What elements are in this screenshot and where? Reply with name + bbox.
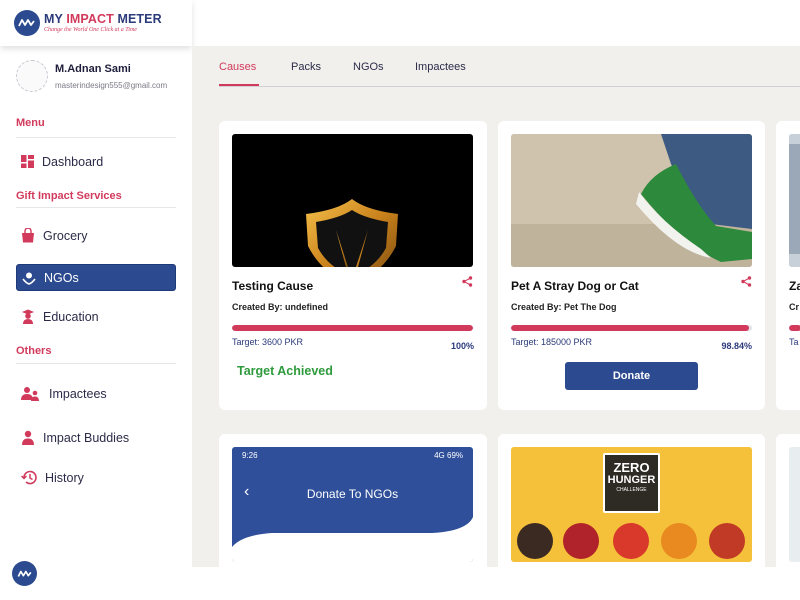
cause-image[interactable]: ZERO HUNGER CHALLENGE — [511, 447, 752, 562]
cause-image[interactable] — [511, 134, 752, 267]
logo-icon — [14, 10, 40, 36]
brand-title: MY IMPACT METER — [44, 12, 162, 27]
cause-card[interactable]: ZERO HUNGER CHALLENGE — [498, 434, 765, 567]
cause-card[interactable]: 9:26 4G 69% ‹ Donate To NGOs — [219, 434, 487, 567]
share-icon[interactable] — [741, 276, 752, 287]
sidebar-item-history[interactable]: History — [16, 464, 176, 491]
donate-button[interactable]: Donate — [565, 362, 698, 390]
brand-logo[interactable]: MY IMPACT METER Change the World One Cli… — [0, 0, 192, 46]
progress-bar — [789, 325, 800, 331]
cause-card[interactable]: Za Cr Ta — [776, 121, 800, 410]
sidebar-item-label: Grocery — [43, 228, 88, 243]
group-icon — [21, 387, 39, 401]
sidebar-item-label: Impact Buddies — [43, 430, 130, 445]
bowl-icon — [563, 523, 599, 559]
zero-hunger-badge: ZERO HUNGER CHALLENGE — [603, 453, 660, 513]
created-by: Cr — [789, 302, 800, 312]
progress-percent: 98.84% — [721, 341, 752, 351]
phone-wave — [232, 517, 473, 562]
cause-card[interactable]: Testing Cause Created By: undefined Targ… — [219, 121, 487, 410]
sidebar-item-education[interactable]: Education — [16, 303, 176, 330]
tab-ngos[interactable]: NGOs — [353, 61, 384, 73]
status-badge: Target Achieved — [237, 364, 333, 378]
sidebar-item-label: Education — [43, 309, 99, 324]
produce-icon — [613, 523, 649, 559]
user-name: M.Adnan Sami — [55, 63, 131, 75]
history-icon — [21, 470, 37, 485]
sidebar-item-label: NGOs — [44, 270, 79, 285]
sidebar-item-grocery[interactable]: Grocery — [16, 222, 176, 249]
graduate-icon — [22, 309, 34, 324]
user-profile[interactable]: M.Adnan Sami masterindesign555@gmail.com — [16, 60, 167, 92]
menu-section-label: Menu — [16, 117, 45, 129]
cause-image[interactable]: 9:26 4G 69% ‹ Donate To NGOs — [232, 447, 473, 562]
avatar — [16, 60, 48, 92]
created-by: Created By: Pet The Dog — [511, 302, 617, 312]
user-email: masterindesign555@gmail.com — [55, 81, 168, 90]
tab-causes[interactable]: Causes — [219, 61, 256, 73]
cause-card[interactable]: Pet A Stray Dog or Cat Created By: Pet T… — [498, 121, 765, 410]
divider — [16, 363, 176, 364]
sidebar-item-label: Impactees — [49, 386, 107, 401]
progress-fill — [789, 325, 800, 331]
progress-bar — [511, 325, 752, 331]
sidebar-item-impact-buddies[interactable]: Impact Buddies — [16, 424, 176, 451]
sidebar: MY IMPACT METER Change the World One Cli… — [0, 0, 192, 600]
bin-icon — [709, 523, 745, 559]
progress-percent: 100% — [450, 341, 474, 351]
others-section-label: Others — [16, 345, 52, 357]
sidebar-item-label: History — [45, 470, 84, 485]
tab-bar: Causes Packs NGOs Impactees — [219, 46, 800, 87]
tab-impactees[interactable]: Impactees — [415, 61, 466, 73]
target-amount: Target: 185000 PKR — [511, 337, 593, 347]
cause-image[interactable] — [789, 134, 800, 267]
active-tab-indicator — [219, 84, 259, 86]
progress-fill — [511, 325, 750, 331]
sidebar-item-ngos[interactable]: NGOs — [16, 264, 176, 291]
buddy-icon — [22, 430, 34, 445]
progress-bar — [232, 325, 473, 331]
cause-image[interactable] — [789, 447, 800, 562]
cause-title: Testing Cause — [232, 279, 314, 293]
tab-packs[interactable]: Packs — [291, 61, 321, 73]
target-amount: Ta — [789, 337, 799, 347]
sidebar-item-dashboard[interactable]: Dashboard — [16, 148, 176, 175]
helping-hands-icon — [22, 272, 36, 285]
divider — [16, 137, 176, 138]
farm-icon — [661, 523, 697, 559]
cause-title: Pet A Stray Dog or Cat — [511, 279, 639, 293]
main-content: Causes Packs NGOs Impactees Testing Caus… — [192, 46, 800, 567]
share-icon[interactable] — [462, 276, 473, 287]
phone-title: Donate To NGOs — [306, 487, 399, 501]
grocery-bag-icon — [22, 228, 34, 243]
sidebar-item-label: Dashboard — [42, 154, 104, 169]
created-by: Created By: undefined — [232, 302, 329, 312]
gift-section-label: Gift Impact Services — [16, 190, 122, 202]
cause-card[interactable] — [776, 434, 800, 567]
divider — [16, 207, 176, 208]
food-icon — [517, 523, 553, 559]
dashboard-icon — [21, 155, 34, 168]
target-amount: Target: 3600 PKR — [232, 337, 304, 347]
cause-image[interactable] — [232, 134, 473, 267]
sidebar-item-impactees[interactable]: Impactees — [16, 380, 176, 407]
phone-status-bar: 9:26 4G 69% — [242, 450, 463, 460]
brand-tagline: Change the World One Click at a Time — [44, 26, 137, 33]
cause-title: Za — [789, 279, 800, 293]
app-logo-icon[interactable] — [12, 561, 37, 586]
progress-fill — [232, 325, 473, 331]
